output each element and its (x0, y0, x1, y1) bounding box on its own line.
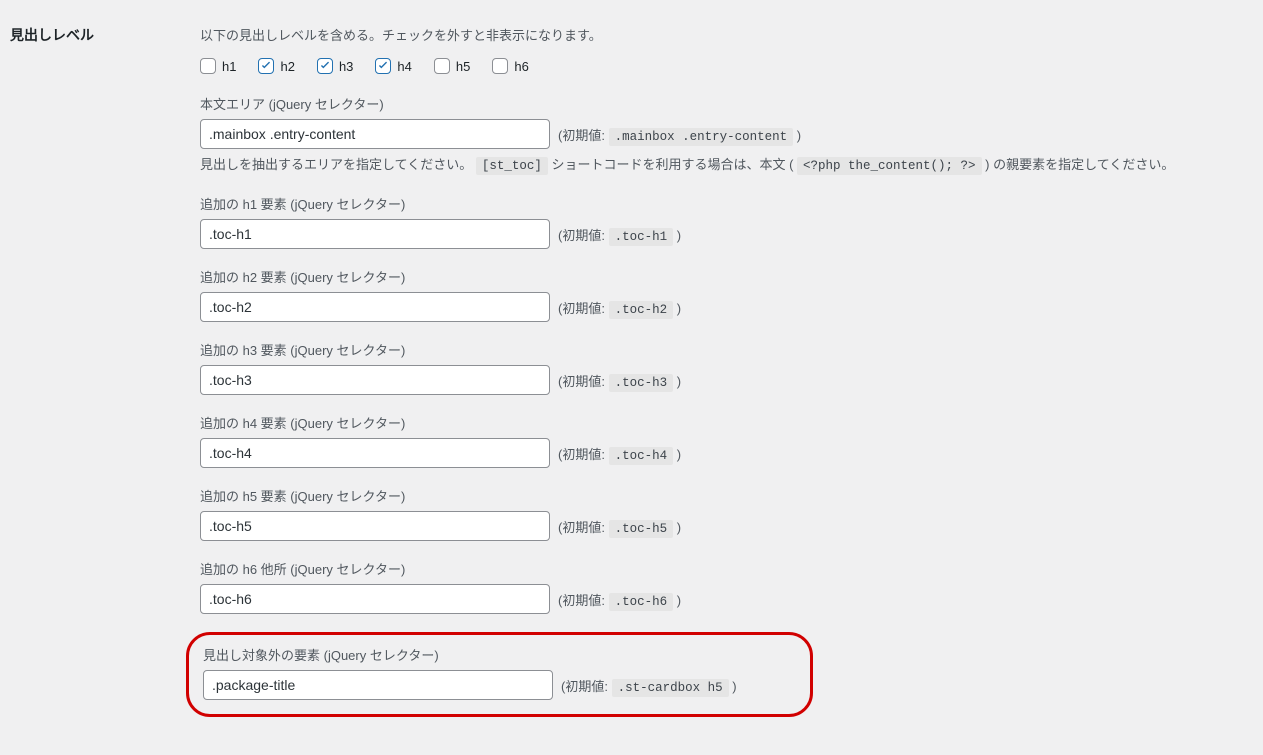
add-h2-input[interactable] (200, 292, 550, 322)
add-h6-label: 追加の h6 他所 (jQuery セレクター) (200, 559, 1253, 578)
field-add-h6: 追加の h6 他所 (jQuery セレクター) (初期値: .toc-h6 ) (200, 559, 1253, 614)
add-h3-default: (初期値: .toc-h3 ) (558, 371, 681, 390)
add-h1-input[interactable] (200, 219, 550, 249)
checkbox-h1[interactable]: h1 (200, 58, 236, 74)
checkbox-label-h6: h6 (514, 59, 528, 74)
field-exclude: 見出し対象外の要素 (jQuery セレクター) (初期値: .st-cardb… (186, 632, 813, 717)
checkbox-label-h5: h5 (456, 59, 470, 74)
exclude-label: 見出し対象外の要素 (jQuery セレクター) (203, 645, 796, 664)
add-h2-default: (初期値: .toc-h2 ) (558, 298, 681, 317)
add-h4-label: 追加の h4 要素 (jQuery セレクター) (200, 413, 1253, 432)
checkbox-box-h5 (434, 58, 450, 74)
checkbox-h3[interactable]: h3 (317, 58, 353, 74)
checkbox-h6[interactable]: h6 (492, 58, 528, 74)
add-h3-label: 追加の h3 要素 (jQuery セレクター) (200, 340, 1253, 359)
add-h4-input[interactable] (200, 438, 550, 468)
add-h6-input[interactable] (200, 584, 550, 614)
exclude-input[interactable] (203, 670, 553, 700)
add-h5-default: (初期値: .toc-h5 ) (558, 517, 681, 536)
content-area-input[interactable] (200, 119, 550, 149)
field-add-h5: 追加の h5 要素 (jQuery セレクター) (初期値: .toc-h5 ) (200, 486, 1253, 541)
checkbox-box-h2 (258, 58, 274, 74)
checkbox-h2[interactable]: h2 (258, 58, 294, 74)
add-h1-label: 追加の h1 要素 (jQuery セレクター) (200, 194, 1253, 213)
field-content-area: 本文エリア (jQuery セレクター) (初期値: .mainbox .ent… (200, 94, 1253, 176)
add-h5-label: 追加の h5 要素 (jQuery セレクター) (200, 486, 1253, 505)
checkbox-box-h6 (492, 58, 508, 74)
content-area-default: (初期値: .mainbox .entry-content ) (558, 125, 801, 144)
checkbox-label-h3: h3 (339, 59, 353, 74)
add-h3-input[interactable] (200, 365, 550, 395)
content-area-label: 本文エリア (jQuery セレクター) (200, 94, 1253, 113)
checkbox-h5[interactable]: h5 (434, 58, 470, 74)
add-h6-default: (初期値: .toc-h6 ) (558, 590, 681, 609)
field-add-h4: 追加の h4 要素 (jQuery セレクター) (初期値: .toc-h4 ) (200, 413, 1253, 468)
checkbox-h4[interactable]: h4 (375, 58, 411, 74)
add-h2-label: 追加の h2 要素 (jQuery セレクター) (200, 267, 1253, 286)
checkbox-label-h1: h1 (222, 59, 236, 74)
section-title: 見出しレベル (0, 10, 200, 735)
checkbox-box-h3 (317, 58, 333, 74)
checkbox-label-h2: h2 (280, 59, 294, 74)
field-add-h3: 追加の h3 要素 (jQuery セレクター) (初期値: .toc-h3 ) (200, 340, 1253, 395)
heading-level-checkboxes: h1 h2 h3 h4 (200, 58, 1253, 74)
checkbox-box-h4 (375, 58, 391, 74)
checkbox-box-h1 (200, 58, 216, 74)
checkbox-label-h4: h4 (397, 59, 411, 74)
add-h5-input[interactable] (200, 511, 550, 541)
section-description: 以下の見出しレベルを含める。チェックを外すと非表示になります。 (200, 25, 1253, 44)
field-add-h2: 追加の h2 要素 (jQuery セレクター) (初期値: .toc-h2 ) (200, 267, 1253, 322)
content-area-help: 見出しを抽出するエリアを指定してください。 [st_toc] ショートコードを利… (200, 155, 1253, 176)
add-h1-default: (初期値: .toc-h1 ) (558, 225, 681, 244)
field-add-h1: 追加の h1 要素 (jQuery セレクター) (初期値: .toc-h1 ) (200, 194, 1253, 249)
add-h4-default: (初期値: .toc-h4 ) (558, 444, 681, 463)
exclude-default: (初期値: .st-cardbox h5 ) (561, 676, 737, 695)
